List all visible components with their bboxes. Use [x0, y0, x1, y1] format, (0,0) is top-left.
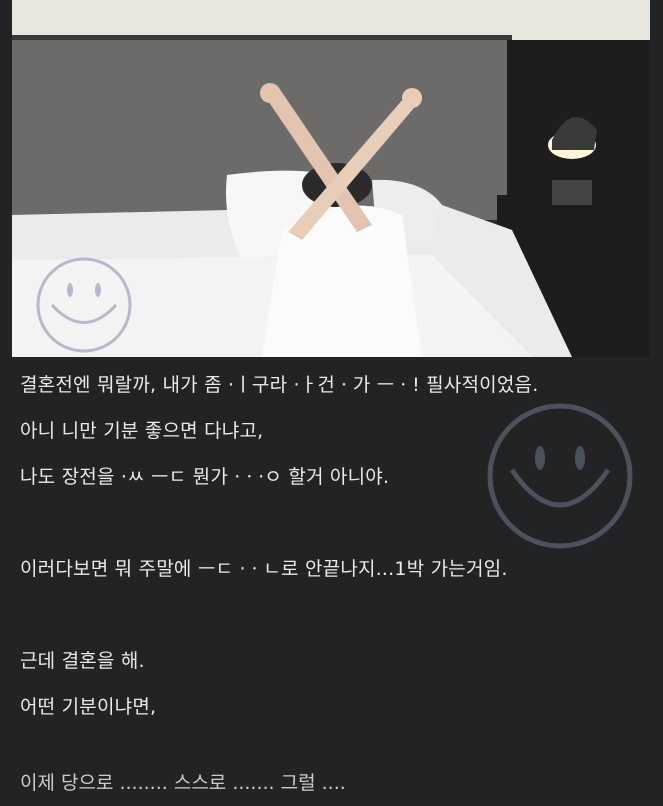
post-text-line: 아니 니만 기분 좋으면 다냐고, [20, 420, 264, 442]
post-text-line-cut: 이제 당으로 ........ 스스로 ....... 그럴 .... [20, 772, 346, 794]
post-text-line: 이러다보면 뭐 주말에 ㅡㄷ ·ㆍㄴ로 안끝나지...1박 가는거임. [20, 558, 508, 580]
post-text-line: 근데 결혼을 해. [20, 650, 145, 672]
post-text-line: 나도 장전을 ·ㅆ ㅡㄷ 뭔가 ·ㆍ·ㅇ 할거 아니야. [20, 466, 390, 488]
post-body: 결혼전엔 뭐랄까, 내가 좀 ·ㅣ구라 ·ㅏ건ㆍ가 ㅡㆍ! 필사적이었음. 아니… [20, 362, 650, 730]
post-photo [12, 0, 650, 357]
post-text-line: 어떤 기분이냐면, [20, 696, 157, 718]
post-text-line: 결혼전엔 뭐랄까, 내가 좀 ·ㅣ구라 ·ㅏ건ㆍ가 ㅡㆍ! 필사적이었음. [20, 374, 539, 396]
